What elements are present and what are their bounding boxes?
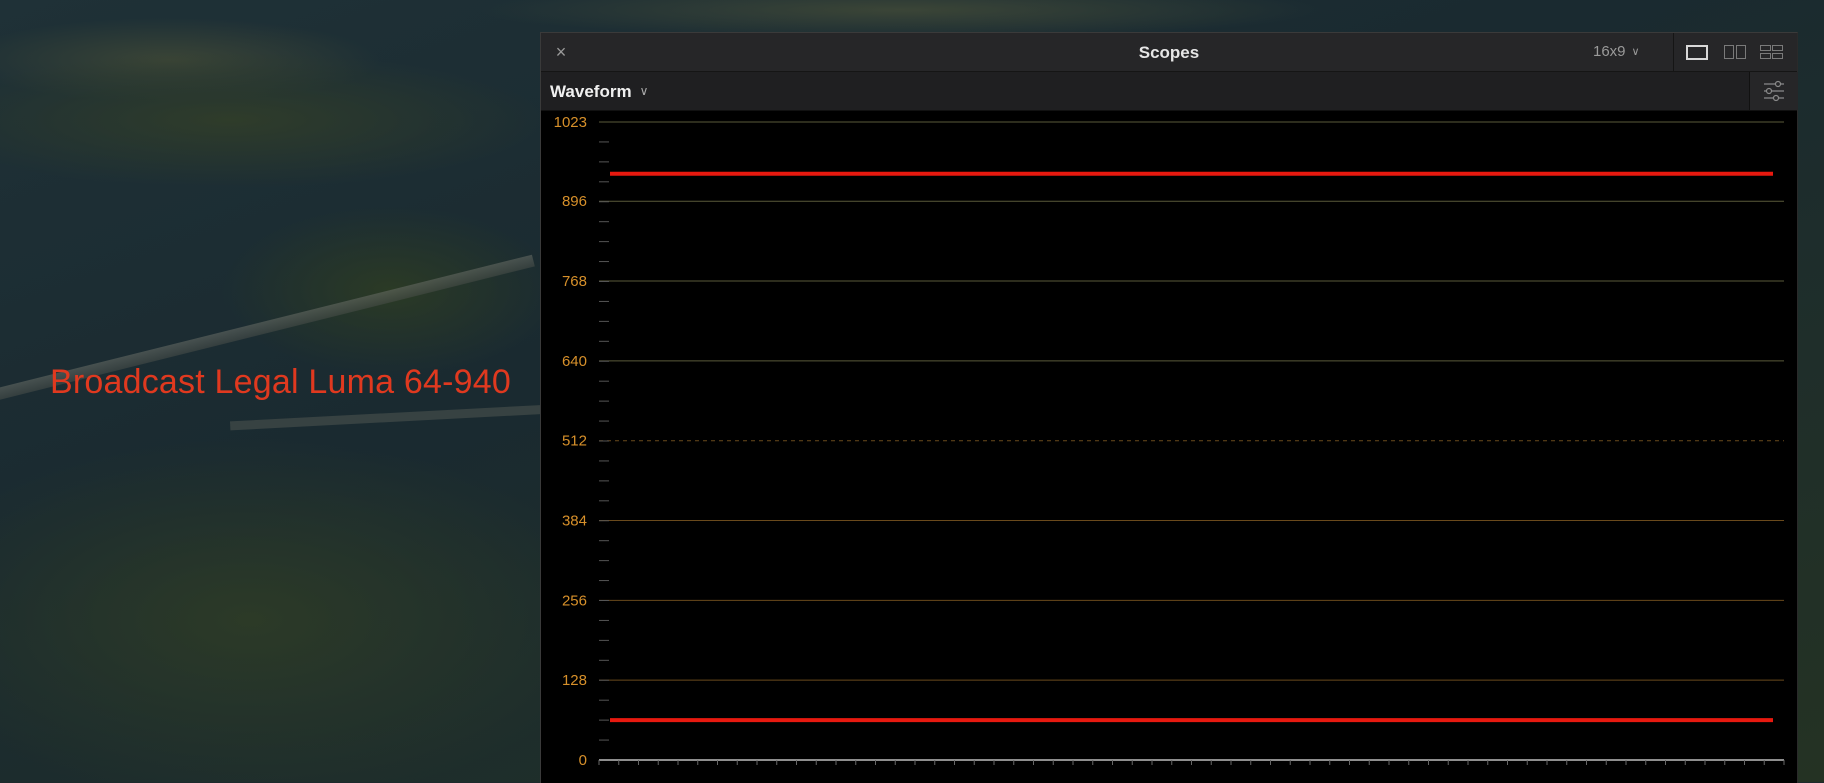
waveform-plot: 1023 896 768 640 512 384 256 128 0: [554, 114, 1785, 769]
y-tick-label: 640: [562, 353, 587, 370]
quad-view-icon[interactable]: [1760, 45, 1784, 59]
sliders-icon[interactable]: [1749, 72, 1798, 110]
overlay-annotation: Broadcast Legal Luma 64-940: [50, 363, 511, 401]
scope-type-dropdown[interactable]: Waveform ∨: [550, 82, 648, 102]
scopes-window: × Scopes 16x9 ∨ Waveform ∨ 1023 896 768 …: [540, 32, 1798, 783]
y-tick-label: 512: [562, 433, 587, 450]
aspect-ratio-label: 16x9: [1593, 43, 1626, 60]
y-tick-label: 256: [562, 592, 587, 609]
divider: [1673, 33, 1674, 71]
window-titlebar: × Scopes 16x9 ∨: [541, 33, 1797, 72]
waveform-graph: 1023 896 768 640 512 384 256 128 0: [541, 111, 1797, 783]
y-tick-label: 128: [562, 672, 587, 689]
y-tick-label: 1023: [554, 114, 587, 131]
scope-toolbar: Waveform ∨: [541, 72, 1798, 111]
y-tick-label: 768: [562, 273, 587, 290]
dual-view-icon[interactable]: [1724, 45, 1748, 59]
y-tick-label: 0: [579, 752, 587, 769]
chevron-down-icon: ∨: [1631, 46, 1640, 58]
y-tick-label: 896: [562, 193, 587, 210]
scope-type-label: Waveform: [550, 82, 632, 101]
single-view-icon[interactable]: [1686, 45, 1708, 60]
chevron-down-icon: ∨: [639, 84, 649, 98]
y-tick-label: 384: [562, 513, 587, 530]
aspect-ratio-dropdown[interactable]: 16x9 ∨: [1593, 43, 1640, 60]
